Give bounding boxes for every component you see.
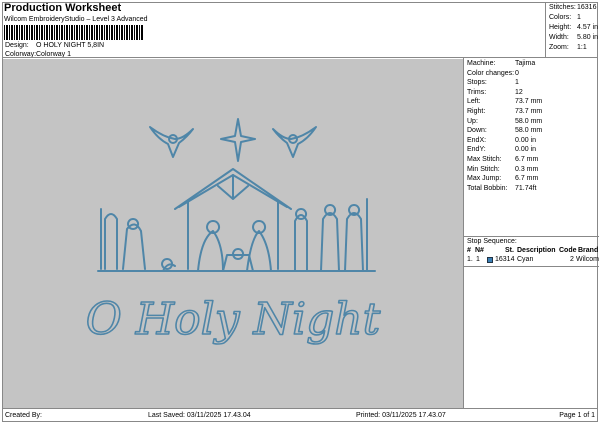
design-text: O Holy Night <box>86 294 381 345</box>
detail-value: 6.7 mm <box>515 156 539 163</box>
row-brand: Wilcom <box>576 256 599 263</box>
color-swatch <box>487 257 493 263</box>
barcode <box>4 25 144 40</box>
detail-value: 0 <box>515 69 519 77</box>
detail-label: Max Jump: <box>467 175 502 183</box>
detail-label: Right: <box>467 108 486 115</box>
detail-label: Left: <box>467 98 481 106</box>
detail-value: 71.74ft <box>515 184 537 192</box>
angel-left-icon <box>149 126 194 158</box>
col-stitches: St. <box>505 247 514 254</box>
detail-label: Trims: <box>467 88 487 96</box>
angel-right-icon <box>272 126 317 158</box>
detail-label: EndY: <box>467 146 486 154</box>
detail-row: EndX: 0.00 in <box>467 136 536 144</box>
stat-value: 5.80 in <box>577 34 599 41</box>
detail-row: Left: 73.7 mm <box>467 98 542 106</box>
detail-label: Up: <box>467 117 478 125</box>
design-label: Design: <box>5 42 29 49</box>
row-stitches: 16314 <box>495 256 515 263</box>
detail-row: Total Bobbin: 71.74ft <box>467 184 536 192</box>
design-value: O HOLY NIGHT 5,8IN <box>36 42 105 49</box>
detail-row: Color changes: 0 <box>467 69 519 77</box>
stat-value: 16316 <box>577 4 597 11</box>
col-num: # <box>467 247 471 254</box>
details-panel: Machine: Tajima Color changes: 0 Stops: 1 Trim… <box>463 58 599 408</box>
stat-label: Zoom: <box>549 44 569 51</box>
detail-value: 1 <box>515 79 519 87</box>
detail-value: 12 <box>515 88 523 96</box>
design-preview: O Holy Night <box>3 59 463 408</box>
detail-value: Tajima <box>515 60 536 67</box>
detail-value: 0.3 mm <box>515 165 539 173</box>
detail-row: Min Stitch: 0.3 mm <box>467 165 538 173</box>
stat-value: 1 <box>577 14 581 21</box>
detail-value: 73.7 mm <box>515 98 543 106</box>
detail-label: Max Stitch: <box>467 156 502 163</box>
row-description: Cyan <box>517 256 534 263</box>
stop-sequence-title: Stop Sequence: <box>467 238 517 245</box>
detail-row: Up: 58.0 mm <box>467 117 542 125</box>
detail-row: Right: 73.7 mm <box>467 108 542 115</box>
last-saved: Last Saved: 03/11/2025 17.43.04 <box>148 412 251 419</box>
col-code: Code <box>559 247 577 254</box>
detail-row: Max Stitch: 6.7 mm <box>467 156 538 163</box>
printed: Printed: 03/11/2025 17.43.07 <box>356 412 446 419</box>
col-description: Description <box>517 247 556 254</box>
footer: Created By: Last Saved: 03/11/2025 17.43… <box>2 408 598 422</box>
stat-value: 4.57 in <box>577 24 599 31</box>
col-n: N# <box>475 247 484 254</box>
detail-row: Machine: Tajima <box>467 60 535 67</box>
detail-label: Min Stitch: <box>467 165 500 173</box>
software-label: Wilcom EmbroideryStudio – Level 3 Advanc… <box>4 16 148 23</box>
stat-label: Stitches: <box>549 4 576 11</box>
detail-value: 58.0 mm <box>515 127 543 135</box>
stat-label: Height: <box>549 24 572 31</box>
stat-value: 1:1 <box>577 44 587 51</box>
detail-row: Trims: 12 <box>467 88 523 96</box>
detail-label: Machine: <box>467 60 496 67</box>
detail-row: Stops: 1 <box>467 79 519 87</box>
stat-label: Colors: <box>549 14 572 21</box>
detail-row: Down: 58.0 mm <box>467 127 542 135</box>
detail-label: Color changes: <box>467 69 515 77</box>
row-code: 2 <box>570 256 574 263</box>
detail-row: Max Jump: 6.7 mm <box>467 175 538 183</box>
page-number: Page 1 of 1 <box>559 412 595 419</box>
detail-value: 73.7 mm <box>515 108 543 115</box>
star-icon <box>220 118 256 162</box>
detail-label: EndX: <box>467 136 487 144</box>
page-title: Production Worksheet <box>4 2 122 14</box>
stats-box: Stitches: 16316 Colors: 1 Height: 4.57 in W… <box>545 2 598 57</box>
detail-value: 58.0 mm <box>515 117 543 125</box>
detail-label: Down: <box>467 127 487 135</box>
detail-label: Stops: <box>467 79 487 87</box>
figures-icon <box>97 198 376 272</box>
created-by: Created By: <box>5 412 42 419</box>
detail-value: 0.00 in <box>515 136 537 144</box>
detail-label: Total Bobbin: <box>467 184 508 192</box>
detail-value: 6.7 mm <box>515 175 539 183</box>
detail-row: EndY: 0.00 in <box>467 146 536 154</box>
col-brand: Brand <box>578 247 599 254</box>
stat-label: Width: <box>549 34 569 41</box>
detail-value: 0.00 in <box>515 146 537 154</box>
divider <box>464 266 599 267</box>
row-n: 1 <box>476 256 480 263</box>
divider <box>464 236 599 237</box>
row-num: 1. <box>467 256 473 263</box>
